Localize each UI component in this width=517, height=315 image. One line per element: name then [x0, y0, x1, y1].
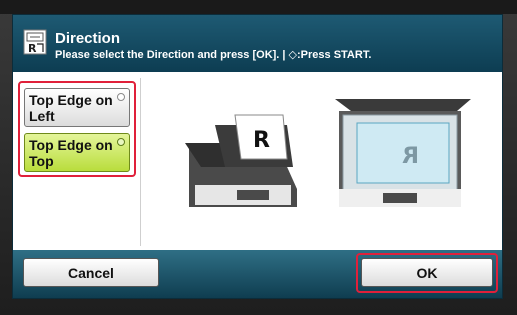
mirrored-letter: R	[402, 144, 419, 169]
top-strip	[0, 0, 517, 14]
option-top-edge-on-left[interactable]: Top Edge on Left	[24, 88, 130, 127]
option-top-edge-on-top[interactable]: Top Edge on Top	[24, 133, 130, 172]
dialog-title: Direction	[55, 30, 121, 47]
svg-text:R: R	[28, 42, 37, 55]
option-label: Top Edge on Left	[29, 92, 113, 124]
radio-indicator-icon	[117, 93, 125, 101]
flatbed-scanner-icon: R	[335, 99, 471, 207]
dialog-footer: Cancel OK	[13, 250, 502, 298]
dialog-header: R Direction Please select the Direction …	[13, 15, 502, 74]
option-highlight-outline: Top Edge on Left Top Edge on Top	[18, 81, 136, 177]
direction-dialog: R Direction Please select the Direction …	[12, 14, 503, 299]
original-letter: R	[253, 128, 270, 153]
direction-illustration: R R	[185, 99, 471, 207]
cancel-button[interactable]: Cancel	[23, 258, 159, 287]
ok-button-label: OK	[416, 264, 438, 281]
dialog-body: Top Edge on Left Top Edge on Top R R	[13, 74, 502, 250]
option-label: Top Edge on Top	[29, 137, 113, 169]
radio-indicator-icon	[117, 138, 125, 146]
document-direction-icon: R	[23, 29, 47, 55]
cancel-button-label: Cancel	[68, 264, 114, 281]
ok-button[interactable]: OK	[361, 258, 493, 287]
adf-scanner-icon: R	[185, 114, 297, 207]
direction-option-list: Top Edge on Left Top Edge on Top	[15, 78, 141, 246]
dialog-instruction: Please select the Direction and press [O…	[55, 49, 372, 61]
